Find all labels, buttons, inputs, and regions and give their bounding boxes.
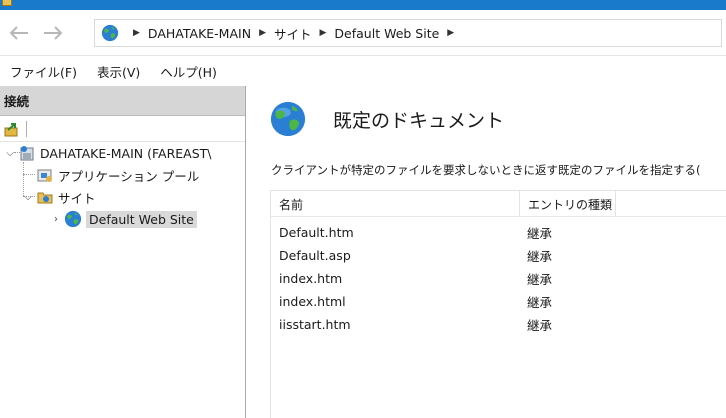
tree-label-server: DAHATAKE-MAIN (FAREAST\ — [40, 145, 212, 161]
entry-type: 継承 — [527, 318, 553, 333]
default-document-globe-icon — [270, 101, 306, 137]
window-title-bar — [0, 0, 726, 10]
breadcrumb-default-web-site[interactable]: Default Web Site — [334, 26, 439, 41]
list-item[interactable]: Default.asp 継承 — [271, 244, 726, 267]
menu-help[interactable]: ヘルプ(H) — [160, 62, 217, 81]
document-name: index.html — [279, 294, 346, 309]
document-name: Default.htm — [279, 225, 354, 240]
tree-node-server[interactable]: ⌵ DAHATAKE-MAIN (FAREAST\ — [4, 142, 212, 164]
tree-node-sites[interactable]: ⌵ サイト — [22, 186, 96, 208]
document-name: index.htm — [279, 271, 343, 286]
page-title: 既定のドキュメント — [333, 109, 505, 132]
menu-file[interactable]: ファイル(F) — [10, 62, 77, 81]
document-name: Default.asp — [279, 248, 351, 263]
connect-icon[interactable] — [2, 120, 22, 138]
connections-pane: 接続 ⌵ DAHATAKE-MAIN (FAREAST\ アプリケーション プー… — [0, 86, 246, 418]
breadcrumb-sites[interactable]: サイト — [274, 24, 312, 43]
entry-type: 継承 — [527, 249, 553, 264]
connections-toolbar — [0, 116, 245, 142]
list-header: 名前 エントリの種類 — [271, 191, 726, 217]
connect-arrow-icon — [4, 122, 18, 136]
breadcrumb-separator[interactable]: ▶ — [320, 28, 327, 38]
toolbar-divider — [26, 120, 27, 137]
documents-list: 名前 エントリの種類 Default.htm 継承 Default.asp 継承… — [270, 190, 726, 418]
expand-arrow-icon[interactable]: › — [50, 214, 62, 225]
tree-label-default-web-site: Default Web Site — [86, 210, 197, 228]
navigation-bar: ▶ DAHATAKE-MAIN ▶ サイト ▶ Default Web Site… — [0, 10, 726, 56]
menu-bar: ファイル(F) 表示(V) ヘルプ(H) — [0, 56, 726, 86]
column-header-name[interactable]: 名前 — [271, 191, 519, 217]
feature-header: 既定のドキュメント — [269, 100, 504, 138]
list-item[interactable]: iisstart.htm 継承 — [271, 313, 726, 336]
list-item[interactable]: index.html 継承 — [271, 290, 726, 313]
forward-arrow-icon — [44, 26, 63, 40]
list-item[interactable]: Default.htm 継承 — [271, 221, 726, 244]
tree-label-app-pools: アプリケーション プール — [58, 168, 200, 184]
globe-icon — [64, 210, 82, 228]
tree-node-default-web-site[interactable]: › Default Web Site — [50, 208, 197, 230]
breadcrumb-server[interactable]: DAHATAKE-MAIN — [148, 26, 251, 41]
collapse-arrow-icon[interactable]: ⌵ — [4, 148, 16, 159]
app-pool-icon — [36, 166, 54, 184]
breadcrumb-separator[interactable]: ▶ — [133, 28, 140, 38]
forward-button[interactable] — [40, 21, 66, 45]
feature-description: クライアントが特定のファイルを要求しないときに返す既定のファイルを指定する( — [271, 163, 701, 177]
sites-folder-icon — [36, 188, 54, 206]
back-arrow-icon — [9, 26, 28, 40]
entry-type: 継承 — [527, 272, 553, 287]
app-icon — [2, 0, 12, 6]
connections-tree: ⌵ DAHATAKE-MAIN (FAREAST\ アプリケーション プール ⌵… — [0, 142, 245, 228]
document-name: iisstart.htm — [279, 317, 351, 332]
entry-type: 継承 — [527, 226, 553, 241]
tree-node-app-pools[interactable]: アプリケーション プール — [34, 164, 199, 186]
menu-view[interactable]: 表示(V) — [97, 62, 140, 81]
list-item[interactable]: index.htm 継承 — [271, 267, 726, 290]
tree-label-sites: サイト — [58, 190, 96, 206]
column-header-entry-type[interactable]: エントリの種類 — [519, 191, 615, 217]
connections-header: 接続 — [0, 86, 245, 116]
breadcrumb-separator[interactable]: ▶ — [259, 28, 266, 38]
back-button[interactable] — [6, 21, 32, 45]
address-bar[interactable]: ▶ DAHATAKE-MAIN ▶ サイト ▶ Default Web Site… — [94, 19, 722, 47]
feature-content: 既定のドキュメント クライアントが特定のファイルを要求しないときに返す既定のファ… — [247, 86, 726, 418]
breadcrumb-separator[interactable]: ▶ — [447, 28, 454, 38]
column-header-blank[interactable] — [615, 191, 726, 217]
globe-icon — [101, 24, 119, 42]
server-icon — [18, 144, 36, 162]
entry-type: 継承 — [527, 295, 553, 310]
collapse-arrow-icon[interactable]: ⌵ — [22, 192, 34, 203]
